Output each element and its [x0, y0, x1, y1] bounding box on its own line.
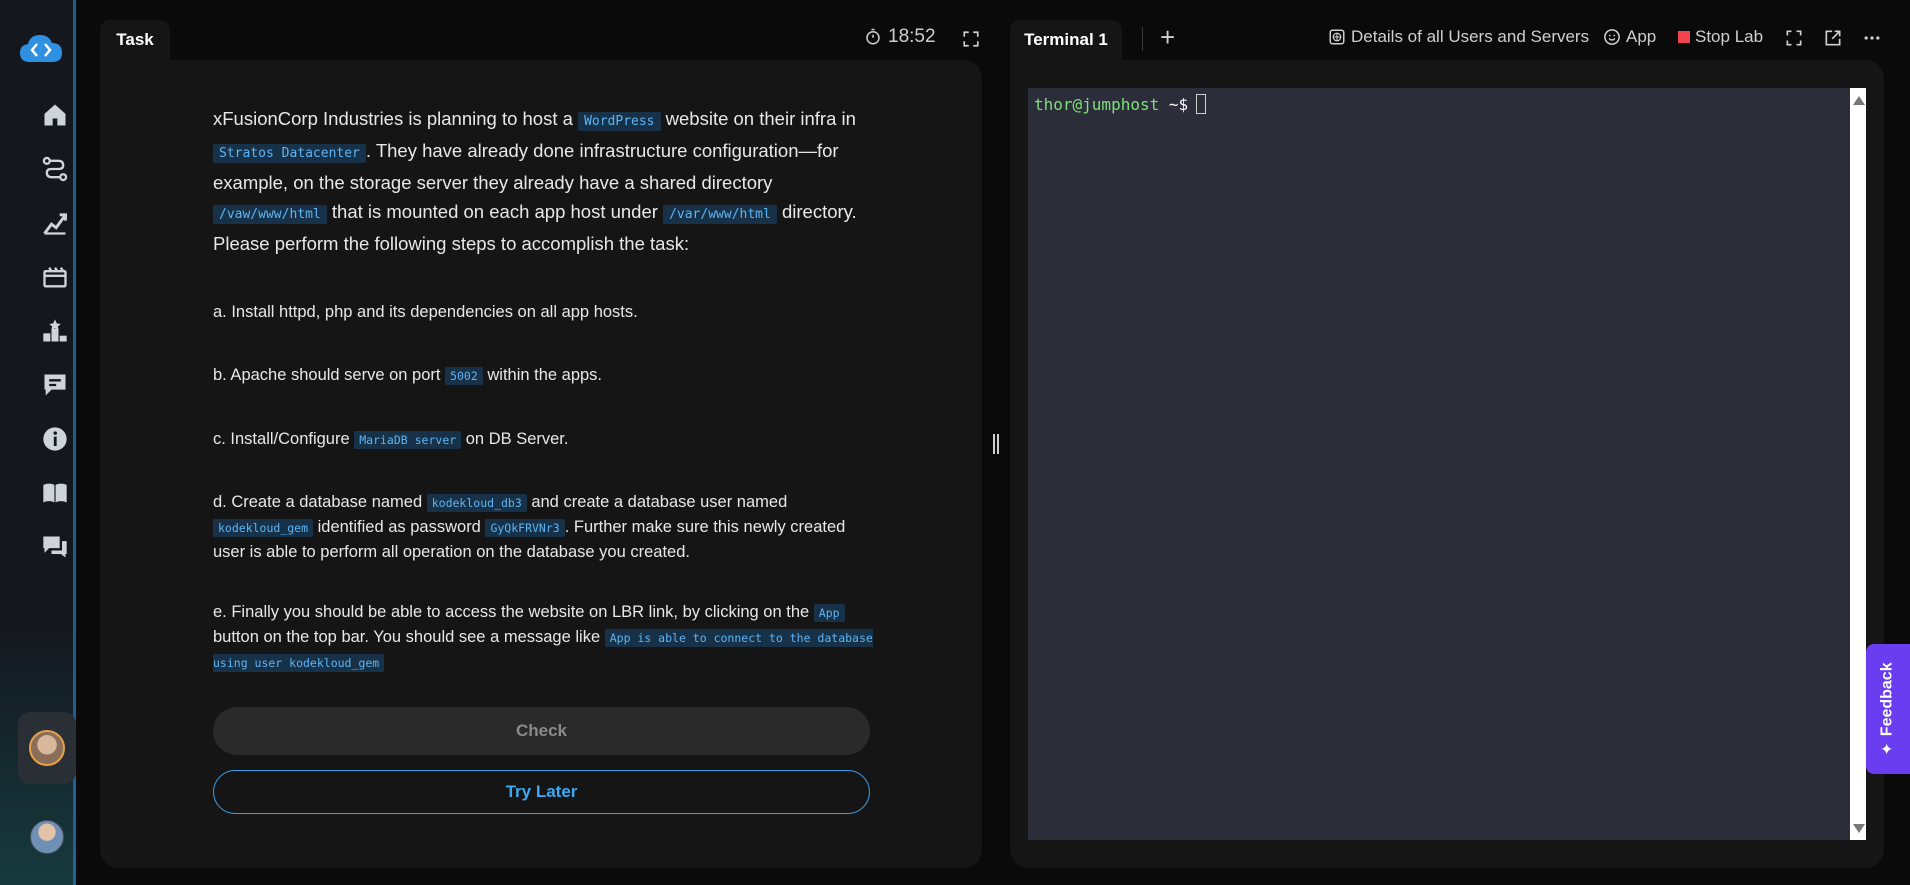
- code-shared-dir: /vaw/www/html: [213, 205, 327, 224]
- globe-icon: [1329, 29, 1345, 45]
- community-chat-icon[interactable]: [40, 532, 70, 562]
- app-button[interactable]: App: [1603, 27, 1656, 47]
- step-e-text-1: e. Finally you should be able to access …: [213, 603, 814, 621]
- sparkle-icon: ✦: [1880, 742, 1897, 756]
- check-button[interactable]: Check: [213, 707, 870, 755]
- step-d-text-3: identified as password: [313, 518, 486, 536]
- user-avatar[interactable]: [30, 820, 64, 854]
- tab-terminal-1[interactable]: Terminal 1: [1010, 20, 1122, 60]
- step-d: d. Create a database named kodekloud_db3…: [213, 490, 873, 564]
- panel-resize-handle[interactable]: [993, 434, 1001, 454]
- docs-book-icon[interactable]: [40, 478, 70, 508]
- intro-text-2: website on their infra in: [660, 108, 856, 129]
- scroll-up-arrow-icon[interactable]: [1853, 96, 1865, 105]
- step-a: a. Install httpd, php and its dependenci…: [213, 300, 873, 324]
- code-mariadb: MariaDB server: [354, 431, 462, 449]
- scroll-down-arrow-icon[interactable]: [1853, 824, 1865, 833]
- feedback-label: Feedback: [1879, 662, 1896, 737]
- leaderboard-icon[interactable]: [40, 316, 70, 346]
- code-datacenter: Stratos Datacenter: [213, 144, 366, 163]
- feedback-button[interactable]: ✦ Feedback: [1866, 644, 1910, 774]
- kodekloud-logo-icon[interactable]: [18, 32, 64, 66]
- step-a-text: a. Install httpd, php and its dependenci…: [213, 303, 638, 321]
- left-sidebar: [0, 0, 76, 885]
- timer-value: 18:52: [888, 26, 936, 47]
- prompt-user: thor@jumphost: [1034, 95, 1160, 114]
- step-e: e. Finally you should be able to access …: [213, 600, 873, 675]
- step-c-text-2: on DB Server.: [461, 430, 569, 448]
- tab-terminal-label: Terminal 1: [1024, 30, 1108, 49]
- task-timer: 18:52: [864, 26, 936, 48]
- code-db-password: GyQkFRVNr3: [485, 519, 565, 537]
- task-content: xFusionCorp Industries is planning to ho…: [213, 104, 873, 672]
- code-port: 5002: [445, 367, 483, 385]
- stopwatch-icon: [866, 28, 880, 45]
- details-label: Details of all Users and Servers: [1351, 27, 1590, 46]
- code-db-name: kodekloud_db3: [426, 494, 527, 512]
- code-db-user: kodekloud_gem: [213, 519, 314, 537]
- feedback-notes-icon[interactable]: [40, 370, 70, 400]
- tab-task-label: Task: [116, 30, 154, 49]
- step-b-text-2: within the apps.: [482, 366, 603, 384]
- stop-lab-button[interactable]: Stop Lab: [1678, 27, 1763, 47]
- details-button[interactable]: Details of all Users and Servers: [1328, 27, 1589, 47]
- app-face-icon: [1604, 29, 1620, 45]
- step-c: c. Install/Configure MariaDB server on D…: [213, 427, 873, 452]
- step-b-text-1: b. Apache should serve on port: [213, 366, 446, 384]
- step-d-text-1: d. Create a database named: [213, 493, 427, 511]
- terminal-scrollbar[interactable]: [1850, 88, 1866, 840]
- code-wordpress: WordPress: [578, 112, 661, 131]
- labs-icon[interactable]: [40, 262, 70, 292]
- step-d-text-2: and create a database user named: [526, 493, 788, 511]
- step-b: b. Apache should serve on port 5002 with…: [213, 363, 873, 388]
- more-options-icon[interactable]: [1862, 28, 1882, 48]
- code-app: App: [813, 604, 845, 622]
- route-icon[interactable]: [40, 154, 70, 184]
- intro-text-1: xFusionCorp Industries is planning to ho…: [213, 108, 579, 129]
- terminal-cursor: [1196, 94, 1207, 114]
- code-mount-dir: /var/www/html: [663, 205, 777, 224]
- stop-square-icon: [1678, 31, 1690, 43]
- open-external-icon[interactable]: [1823, 28, 1843, 48]
- app-label: App: [1626, 27, 1657, 46]
- terminal-screen[interactable]: [1028, 88, 1864, 840]
- mentor-avatar-box[interactable]: [18, 712, 76, 784]
- tab-task[interactable]: Task: [100, 20, 170, 60]
- intro-text-4: that is mounted on each app host under: [326, 201, 664, 222]
- fullscreen-icon[interactable]: [1784, 28, 1804, 48]
- stop-lab-label: Stop Lab: [1695, 27, 1764, 46]
- info-icon[interactable]: [40, 424, 70, 454]
- progress-chart-icon[interactable]: [40, 208, 70, 238]
- try-later-button[interactable]: Try Later: [213, 770, 870, 814]
- tab-divider: [1142, 27, 1143, 51]
- mentor-avatar: [29, 730, 65, 766]
- step-e-text-2: button on the top bar. You should see a …: [213, 628, 605, 646]
- home-icon[interactable]: [40, 100, 70, 130]
- task-intro: xFusionCorp Industries is planning to ho…: [213, 104, 873, 258]
- expand-icon[interactable]: [962, 30, 980, 48]
- terminal-prompt: thor@jumphost ~$: [1034, 94, 1207, 114]
- step-c-text-1: c. Install/Configure: [213, 430, 355, 448]
- prompt-symbol: ~$: [1159, 95, 1189, 114]
- add-terminal-button[interactable]: +: [1160, 22, 1175, 53]
